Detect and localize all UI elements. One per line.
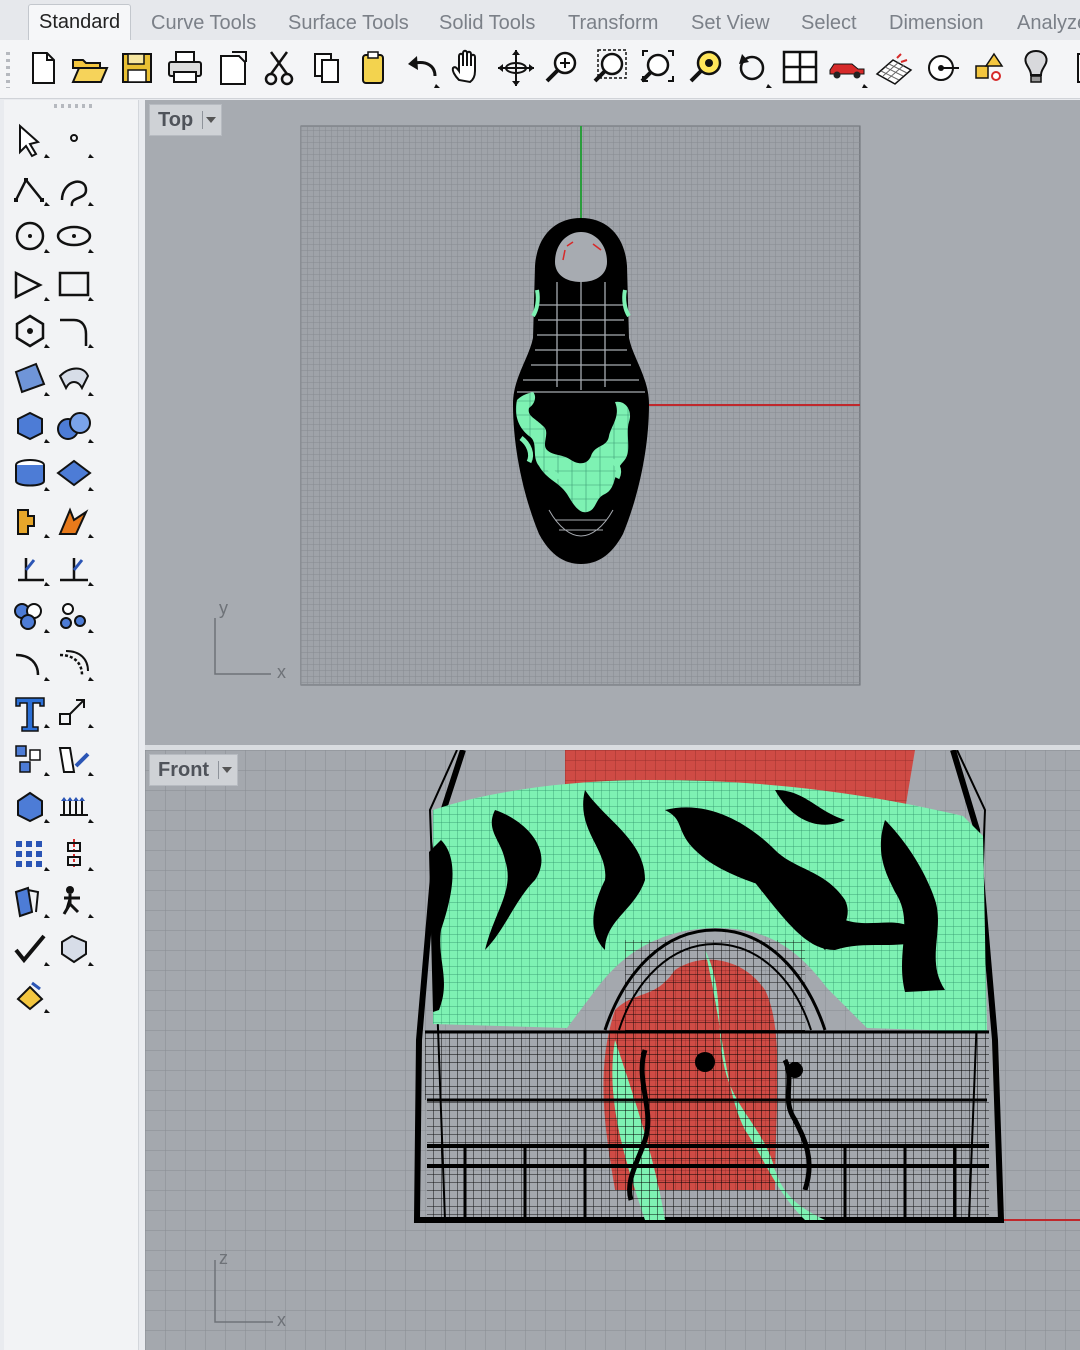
properties-icon[interactable] — [968, 46, 1010, 90]
overflow-icon[interactable] — [1062, 46, 1080, 90]
curve-arc-icon[interactable] — [8, 643, 52, 685]
front-viewport-canvas[interactable]: z x — [145, 750, 1080, 1350]
undo-view-icon[interactable] — [732, 46, 774, 90]
top-viewport-canvas[interactable]: y x — [145, 100, 1080, 745]
render-grid-icon[interactable] — [873, 46, 915, 90]
rectangle-icon[interactable] — [52, 263, 96, 305]
tab-set-view[interactable]: Set View — [691, 6, 770, 40]
trim-icon[interactable] — [52, 548, 96, 590]
zoom-selected-icon[interactable] — [686, 46, 728, 90]
sweep-icon[interactable] — [52, 358, 96, 400]
rotate-view-icon[interactable] — [495, 46, 537, 90]
viewport-top[interactable]: y x Top — [145, 100, 1080, 745]
light-bulb-icon[interactable] — [1015, 46, 1057, 90]
shoe-model-front[interactable] — [413, 750, 1005, 1223]
solid-edit-icon[interactable] — [8, 785, 52, 827]
standard-toolbar — [0, 40, 1080, 99]
pan-hand-icon[interactable] — [446, 46, 488, 90]
axis-x-label: x — [277, 1310, 286, 1330]
box-icon[interactable] — [8, 405, 52, 447]
analyze-icon[interactable] — [52, 880, 96, 922]
car-display-icon[interactable] — [826, 46, 868, 90]
import-icon[interactable] — [212, 46, 254, 90]
offset-icon[interactable] — [52, 643, 96, 685]
grid-array-icon[interactable] — [8, 833, 52, 875]
mirror-icon[interactable] — [52, 833, 96, 875]
circle-icon[interactable] — [8, 215, 52, 257]
tab-curve-tools[interactable]: Curve Tools — [151, 6, 256, 40]
chevron-down-icon[interactable] — [218, 761, 233, 779]
viewport-front-label[interactable]: Front — [149, 754, 239, 786]
mesh-icon[interactable] — [52, 453, 96, 495]
arc-icon[interactable] — [8, 263, 52, 305]
puzzle-icon[interactable] — [8, 500, 52, 542]
cylinder-icon[interactable] — [8, 453, 52, 495]
tab-standard[interactable]: Standard — [28, 4, 132, 41]
paint-icon[interactable] — [8, 975, 52, 1017]
surface-corner-icon[interactable] — [8, 358, 52, 400]
zoom-icon[interactable] — [542, 46, 584, 90]
curve-icon[interactable] — [52, 168, 96, 210]
tab-solid-tools[interactable]: Solid Tools — [439, 6, 535, 40]
extrude-icon[interactable] — [52, 785, 96, 827]
undo-icon[interactable] — [400, 46, 442, 90]
viewport-top-title: Top — [158, 109, 194, 131]
tab-dimension[interactable]: Dimension — [889, 6, 983, 40]
palette-grip[interactable] — [54, 104, 92, 108]
scale-icon[interactable] — [52, 690, 96, 732]
ribbon-tab-bar: Standard Curve Tools Surface Tools Solid… — [0, 0, 1080, 41]
explode-icon[interactable] — [52, 500, 96, 542]
cut-icon[interactable] — [258, 46, 300, 90]
axis-y-label: y — [219, 598, 228, 618]
array-icon[interactable] — [8, 738, 52, 780]
polygon-icon[interactable] — [8, 310, 52, 352]
tab-select[interactable]: Select — [801, 6, 857, 40]
tab-surface-tools[interactable]: Surface Tools — [288, 6, 409, 40]
point-icon[interactable] — [52, 120, 96, 162]
check-icon[interactable] — [8, 928, 52, 970]
polyline-icon[interactable] — [8, 168, 52, 210]
top-axis-indicator: y x — [214, 598, 286, 682]
axis-x-label: x — [277, 662, 286, 682]
edit-icon[interactable] — [52, 738, 96, 780]
four-viewports-icon[interactable] — [779, 46, 821, 90]
zoom-extents-icon[interactable] — [637, 46, 679, 90]
new-file-icon[interactable] — [22, 46, 64, 90]
text-icon[interactable] — [8, 690, 52, 732]
tab-analyze[interactable]: Analyze — [1017, 6, 1080, 40]
zoom-window-icon[interactable] — [590, 46, 632, 90]
paste-icon[interactable] — [352, 46, 394, 90]
select-arrow-icon[interactable] — [8, 120, 52, 162]
copy-icon[interactable] — [305, 46, 347, 90]
toolbar-grip[interactable] — [6, 52, 10, 88]
axis-z-label: z — [219, 1248, 228, 1268]
fillet-icon[interactable] — [52, 310, 96, 352]
shape-icon[interactable] — [52, 928, 96, 970]
layers-icon[interactable] — [8, 880, 52, 922]
group-icon[interactable] — [8, 595, 52, 637]
viewport-top-label[interactable]: Top — [149, 104, 223, 136]
chevron-down-icon[interactable] — [202, 111, 217, 129]
point-icon[interactable] — [920, 46, 962, 90]
ellipse-icon[interactable] — [52, 215, 96, 257]
open-folder-icon[interactable] — [68, 46, 110, 90]
points-cloud-icon[interactable] — [52, 595, 96, 637]
viewport-front-title: Front — [158, 759, 210, 781]
print-icon[interactable] — [164, 46, 206, 90]
boolean-icon[interactable] — [52, 405, 96, 447]
viewport-front[interactable]: z x Front — [145, 750, 1080, 1350]
save-icon[interactable] — [116, 46, 158, 90]
tab-transform[interactable]: Transform — [568, 6, 658, 40]
split-icon[interactable] — [8, 548, 52, 590]
left-tool-palette — [4, 100, 139, 1350]
